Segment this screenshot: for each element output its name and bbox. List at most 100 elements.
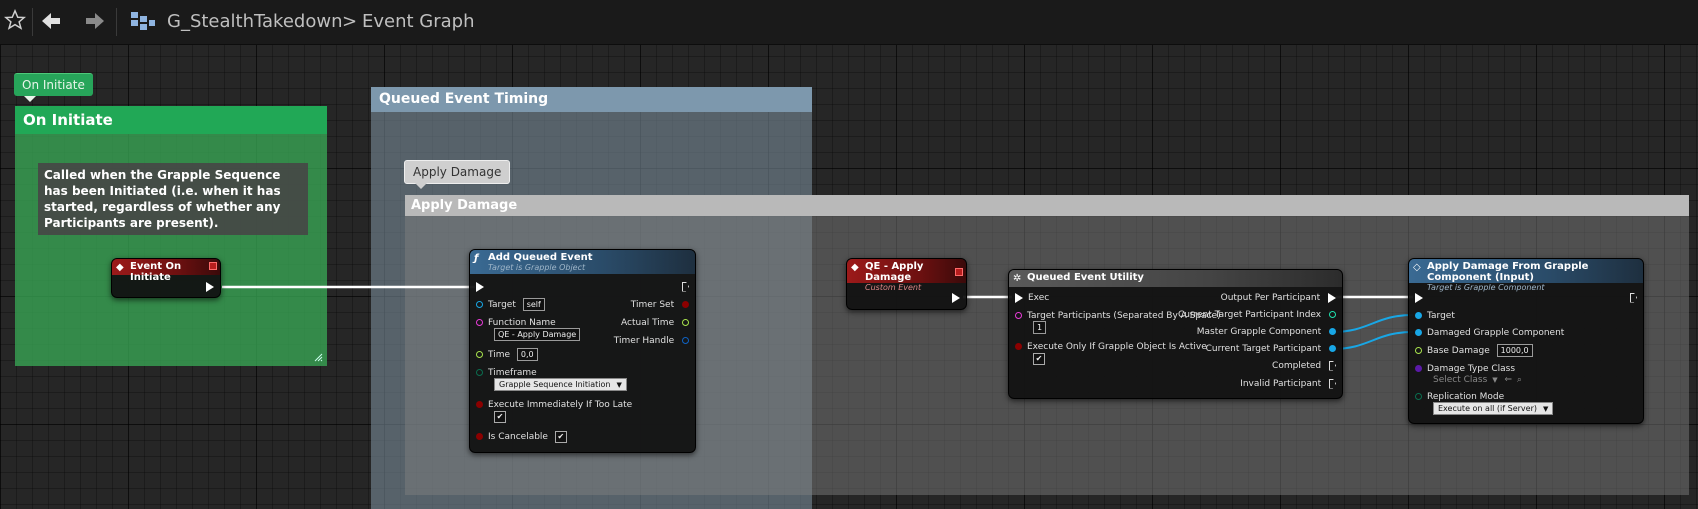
time-value[interactable]: 0,0 [516, 348, 538, 361]
node-title: QE - Apply Damage [865, 261, 924, 283]
exec-in-pin[interactable] [1415, 291, 1423, 305]
pin-label: Exec [1028, 293, 1050, 303]
exec-arrow-icon [206, 281, 214, 292]
replication-mode-dropdown[interactable]: Execute on all (if Server) ▼ [1433, 402, 1554, 416]
delegate-pin-icon[interactable] [955, 268, 963, 276]
pin-current-index[interactable]: Current Target Participant Index [1178, 308, 1336, 322]
exec-in-pin[interactable] [476, 280, 484, 294]
exec-arrow-icon [1015, 292, 1023, 303]
node-add-queued-event[interactable]: ƒ Add Queued Event Target is Grapple Obj… [469, 249, 696, 453]
pin-current-participant[interactable]: Current Target Participant [1206, 342, 1336, 356]
float-pin-icon [1415, 347, 1422, 354]
node-header[interactable]: ƒ Add Queued Event Target is Grapple Obj… [470, 250, 695, 274]
pin-label: Execute Immediately If Too Late [488, 400, 633, 410]
execute-only-checkbox[interactable]: ✔ [1033, 352, 1045, 366]
pin-label: Function Name [488, 318, 556, 328]
bool-pin-icon [682, 301, 689, 308]
struct-pin-icon [682, 337, 689, 344]
pin-label: Base Damage [1427, 346, 1490, 356]
node-header[interactable]: ◆ Event On Initiate [112, 259, 220, 283]
damage-type-picker[interactable]: Select Class ▼ ⇐ ⌕ [1433, 373, 1522, 387]
comment-title: Queued Event Timing [371, 87, 812, 112]
blueprint-icon [131, 12, 155, 30]
node-header[interactable]: ✲ Queued Event Utility [1009, 270, 1342, 287]
pin-damaged-component[interactable]: Damaged Grapple Component [1415, 326, 1564, 340]
star-icon[interactable] [4, 9, 26, 31]
exec-arrow-icon [1630, 292, 1637, 303]
checkmark-icon: ✔ [494, 410, 506, 423]
comment-bubble-label: On Initiate [22, 78, 85, 92]
checkmark-icon: ✔ [1033, 352, 1045, 365]
exec-out-completed[interactable]: Completed [1272, 359, 1336, 373]
back-arrow-icon[interactable] [40, 10, 62, 32]
toolbar-divider [116, 8, 117, 36]
object-pin-icon [1329, 328, 1336, 335]
comment-title: Apply Damage [405, 195, 1689, 216]
exec-out-pin[interactable] [682, 280, 689, 294]
toolbar-divider [32, 8, 33, 36]
string-pin-icon [476, 319, 483, 326]
class-pin-icon [1415, 365, 1422, 372]
exec-out-invalid-participant[interactable]: Invalid Participant [1240, 377, 1336, 391]
exec-out-output-per-participant[interactable]: Output Per Participant [1221, 291, 1336, 305]
enum-pin-icon [476, 369, 483, 376]
timeframe-dropdown[interactable]: Grapple Sequence Initiation ▼ [494, 378, 627, 392]
pin-time[interactable]: Time 0,0 [476, 348, 538, 362]
pin-target[interactable]: Target [1415, 309, 1455, 323]
pin-master-component[interactable]: Master Grapple Component [1197, 325, 1336, 339]
pin-label: Replication Mode [1427, 392, 1505, 402]
pin-label: Completed [1272, 361, 1322, 371]
node-title: Event On Initiate [130, 261, 182, 283]
chevron-down-icon: ▼ [1492, 376, 1498, 384]
node-header[interactable]: ◆ QE - Apply Damage Custom Event [847, 259, 966, 292]
breadcrumb-blueprint[interactable]: G_StealthTakedown [167, 11, 342, 32]
function-name-field[interactable]: QE - Apply Damage [494, 328, 581, 342]
forward-arrow-icon[interactable] [84, 10, 106, 32]
comment-bubble-on-initiate[interactable]: On Initiate [14, 73, 93, 102]
exec-arrow-icon [1328, 292, 1336, 303]
bool-pin-icon [1015, 343, 1022, 350]
execute-immediately-checkbox[interactable]: ✔ [494, 410, 506, 424]
object-pin-icon [1415, 329, 1422, 336]
node-apply-damage-from-grapple[interactable]: ◇ Apply Damage From Grapple Component (I… [1408, 258, 1644, 424]
exec-in-pin[interactable]: Exec [1015, 291, 1049, 305]
exec-out-pin[interactable] [952, 291, 960, 305]
is-cancelable-checkbox[interactable]: ✔ [554, 430, 567, 443]
function-name-value[interactable]: QE - Apply Damage [494, 328, 581, 341]
pin-is-cancelable[interactable]: Is Cancelable ✔ [476, 430, 567, 444]
bool-pin-icon [476, 401, 483, 408]
comment-bubble-apply-damage[interactable]: Apply Damage [404, 160, 511, 189]
node-qe-apply-damage[interactable]: ◆ QE - Apply Damage Custom Event [846, 258, 967, 310]
target-participants-field[interactable]: 1 [1033, 321, 1047, 335]
base-damage-value[interactable]: 1000,0 [1496, 344, 1533, 357]
pin-target[interactable]: Target self [476, 298, 545, 312]
node-subtitle: Target is Grapple Object [488, 263, 586, 272]
pin-label: Current Target Participant [1205, 344, 1322, 354]
node-title: Add Queued Event [488, 252, 593, 263]
function-icon: ƒ [474, 253, 479, 264]
use-selected-arrow-icon[interactable]: ⇐ [1504, 375, 1512, 385]
pin-timer-set[interactable]: Timer Set [631, 298, 689, 312]
browse-icon[interactable]: ⌕ [1517, 375, 1522, 385]
delegate-pin-icon[interactable] [209, 262, 217, 270]
exec-out-pin[interactable] [1630, 291, 1637, 305]
breadcrumb-graph[interactable]: Event Graph [362, 11, 475, 32]
node-subtitle: Custom Event [865, 283, 922, 292]
object-pin-icon [1415, 312, 1422, 319]
damage-type-value: Select Class [1433, 375, 1488, 385]
pin-label: Current Target Participant Index [1177, 310, 1322, 320]
target-value[interactable]: self [522, 298, 545, 311]
pin-label: Output Per Participant [1220, 293, 1321, 303]
pin-timer-handle[interactable]: Timer Handle [614, 334, 689, 348]
node-event-on-initiate[interactable]: ◆ Event On Initiate [111, 258, 221, 298]
resize-grip-icon[interactable] [313, 352, 323, 362]
node-header[interactable]: ◇ Apply Damage From Grapple Component (I… [1409, 259, 1643, 292]
node-title: Apply Damage From Grapple Component (Inp… [1427, 261, 1589, 283]
target-participants-value[interactable]: 1 [1033, 321, 1047, 334]
exec-out-pin[interactable] [206, 280, 214, 294]
function-icon: ◇ [1413, 262, 1421, 273]
comment-box-on-initiate[interactable]: On Initiate [15, 106, 327, 366]
pin-base-damage[interactable]: Base Damage 1000,0 [1415, 344, 1533, 358]
node-queued-event-utility[interactable]: ✲ Queued Event Utility Exec Target Parti… [1008, 269, 1343, 399]
pin-actual-time[interactable]: Actual Time [621, 316, 689, 330]
